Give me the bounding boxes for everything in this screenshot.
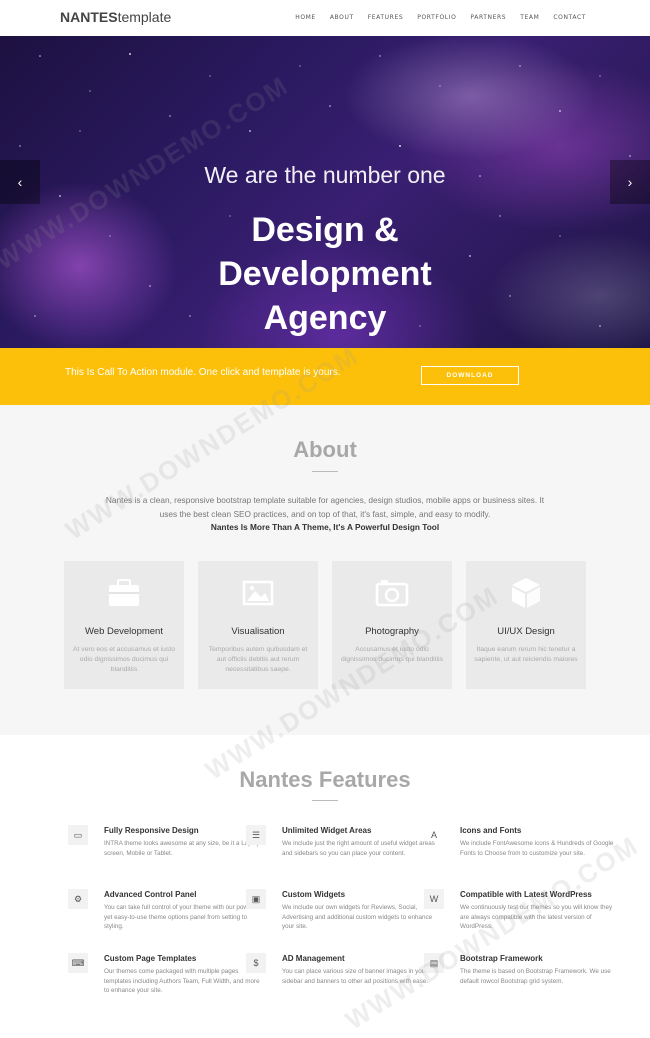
feature-description: We include our own widgets for Reviews, … <box>282 904 433 931</box>
service-card-visualisation[interactable]: Visualisation Temporibus autem quibusdam… <box>198 561 318 689</box>
dollar-icon: $ <box>246 953 266 973</box>
font-icon: A <box>430 830 437 840</box>
about-title: About <box>293 437 357 462</box>
keyboard-icon: ⌨ <box>68 953 88 973</box>
features-divider <box>312 800 338 801</box>
feature-title: Custom Widgets <box>282 890 346 899</box>
service-card-ui-ux-design[interactable]: UI/UX Design Itaque earum rerum hic tene… <box>466 561 586 689</box>
hero-title-line-2: Development <box>218 255 432 293</box>
brand-logo[interactable]: NANTEStemplate <box>60 9 171 25</box>
features-title: Nantes Features <box>239 767 411 792</box>
card-title: Web Development <box>85 626 163 637</box>
feature-item: ⚙ Advanced Control Panel You can take fu… <box>68 889 264 932</box>
feature-title: Unlimited Widget Areas <box>282 826 372 835</box>
briefcase-icon <box>109 579 139 606</box>
camera-icon <box>375 580 409 607</box>
about-divider <box>312 471 338 472</box>
card-description: Temporibus autem quibusdam et aut offici… <box>208 646 308 673</box>
nav-item-team[interactable]: TEAM <box>520 14 539 21</box>
card-title: UI/UX Design <box>497 626 555 637</box>
wordpress-icon: W <box>424 889 444 909</box>
widgets-icon: ▣ <box>246 889 266 909</box>
feature-title: Fully Responsive Design <box>104 826 199 835</box>
card-description: At vero eos et accusamus et iusto odio d… <box>72 646 175 673</box>
hero-title: Design & Development Agency <box>0 208 650 340</box>
feature-description: We include just the right amount of usef… <box>282 840 435 857</box>
nav-item-home[interactable]: HOME <box>295 14 316 21</box>
feature-item: ⌨ Custom Page Templates Our themes come … <box>68 953 264 996</box>
feature-description: The theme is based on Bootstrap Framewor… <box>460 968 611 985</box>
nav-menu: HOME ABOUT FEATURES PORTFOLIO PARTNERS T… <box>295 14 586 21</box>
feature-description: You can take full control of your theme … <box>104 904 261 931</box>
nav-item-partners[interactable]: PARTNERS <box>470 14 506 21</box>
card-description: Itaque earum rerum hic tenetur a sapient… <box>474 646 578 663</box>
feature-item: ▤ Bootstrap Framework The theme is based… <box>424 953 620 986</box>
feature-title: Advanced Control Panel <box>104 890 197 899</box>
feature-title: Icons and Fonts <box>460 826 522 835</box>
service-card-web-development[interactable]: Web Development At vero eos et accusamus… <box>64 561 184 689</box>
brand-light: template <box>117 9 172 25</box>
monitor-icon: ▭ <box>68 825 88 845</box>
nav-item-contact[interactable]: CONTACT <box>553 14 586 21</box>
slider-prev-arrow-icon[interactable]: ‹ <box>0 160 40 204</box>
feature-description: Our themes come packaged with multiple p… <box>104 968 260 995</box>
feature-description: INTRA theme looks awesome at any size, b… <box>104 840 261 857</box>
download-button[interactable]: DOWNLOAD <box>421 366 519 385</box>
cube-icon <box>512 578 540 608</box>
nav-item-features[interactable]: FEATURES <box>368 14 404 21</box>
feature-title: Custom Page Templates <box>104 954 197 963</box>
feature-item: ☰ Unlimited Widget Areas We include just… <box>246 825 442 858</box>
about-description: Nantes is a clean, responsive bootstrap … <box>105 495 545 519</box>
card-title: Visualisation <box>231 626 285 637</box>
cogs-icon: ⚙ <box>68 889 88 909</box>
image-gallery-icon <box>242 580 274 606</box>
list-icon: ☰ <box>246 825 266 845</box>
top-navbar: NANTEStemplate HOME ABOUT FEATURES PORTF… <box>0 0 650 36</box>
feature-item: ▭ Fully Responsive Design INTRA theme lo… <box>68 825 264 858</box>
brand-bold: NANTES <box>60 9 118 25</box>
nav-item-about[interactable]: ABOUT <box>330 14 354 21</box>
feature-item: ▣ Custom Widgets We include our own widg… <box>246 889 442 932</box>
nav-item-portfolio[interactable]: PORTFOLIO <box>417 14 456 21</box>
slider-next-arrow-icon[interactable]: › <box>610 160 650 204</box>
hero-title-line-3: Agency <box>263 299 387 337</box>
